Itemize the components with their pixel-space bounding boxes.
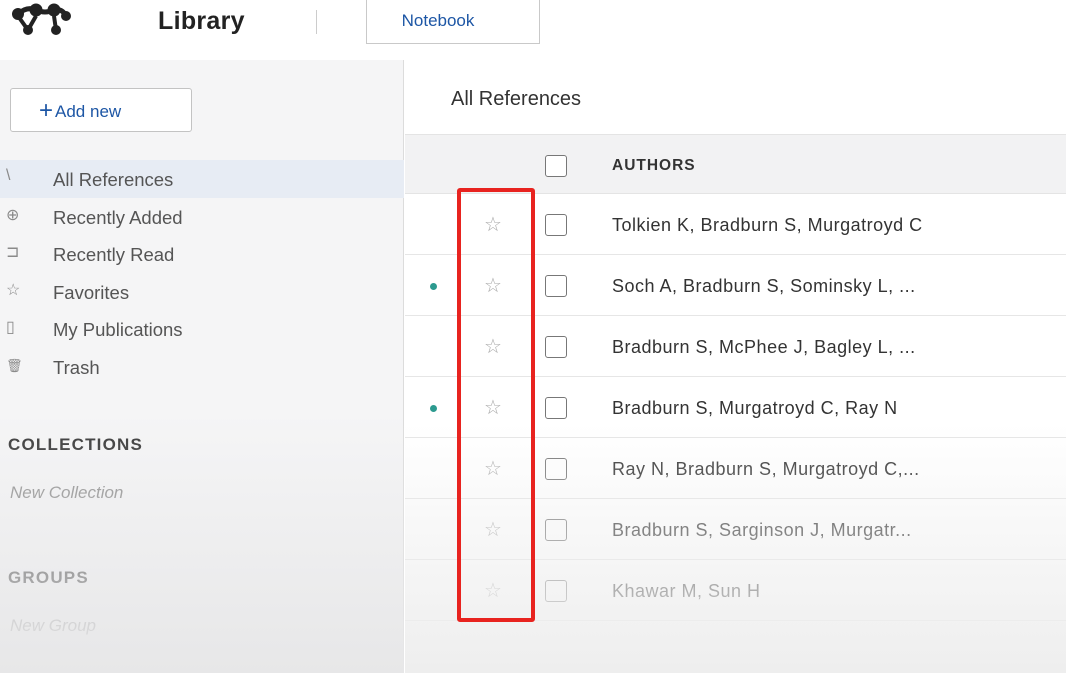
row-checkbox[interactable] [545,275,567,297]
groups-heading: GROUPS [8,568,89,587]
sidebar-item-label: All References [53,169,174,190]
row-authors: Tolkien K, Bradburn S, Murgatroyd C [612,215,923,235]
table-row[interactable]: ☆ Khawar M, Sun H [405,560,1066,621]
bookmark-icon: ⊐ [6,244,20,261]
page-title: All References [451,88,582,110]
clock-icon: ⊕ [6,206,20,224]
favorite-star-icon[interactable]: ☆ [484,456,502,481]
add-new-label: Add new [55,102,122,121]
sidebar-item-label: Favorites [53,281,130,303]
plus-icon: + [39,97,54,124]
table-row[interactable]: ☆ Tolkien K, Bradburn S, Murgatroyd C [405,194,1066,255]
sidebar-item-label: My Publications [53,319,183,340]
sidebar-item-my-publications[interactable]: ▯ My Publications [0,310,404,348]
sidebar-item-all-references[interactable]: \ All References [0,160,404,198]
favorite-star-icon[interactable]: ☆ [484,212,502,237]
unread-dot-icon [430,283,437,290]
table-row[interactable]: ☆ Bradburn S, McPhee J, Bagley L, ... [405,316,1066,377]
collections-heading: COLLECTIONS [8,435,144,454]
mendeley-logo[interactable] [10,2,72,38]
sidebar-item-recently-read[interactable]: ⊐ Recently Read [0,235,404,273]
new-collection-link[interactable]: New Collection [10,483,123,503]
row-checkbox[interactable] [545,519,567,541]
row-checkbox[interactable] [545,580,567,602]
row-authors: Khawar M, Sun H [612,581,761,601]
row-authors: Bradburn S, Murgatroyd C, Ray N [612,398,898,418]
star-icon: ☆ [6,281,21,299]
select-all-checkbox[interactable] [545,155,567,177]
favorite-star-icon[interactable]: ☆ [484,334,502,359]
table-row[interactable]: ☆ Soch A, Bradburn S, Sominsky L, ... [405,255,1066,316]
unread-dot-icon [430,405,437,412]
table-row[interactable]: ☆ Bradburn S, Murgatroyd C, Ray N [405,377,1066,438]
sidebar-item-recently-added[interactable]: ⊕ Recently Added [0,198,404,236]
row-checkbox[interactable] [545,336,567,358]
header-divider [316,10,317,34]
trash-icon: 🗑 [6,357,23,373]
row-authors: Ray N, Bradburn S, Murgatroyd C,... [612,459,920,479]
sidebar-item-label: Recently Read [53,244,175,265]
tab-notebook[interactable]: Notebook [366,0,540,44]
sidebar-item-favorites[interactable]: ☆ Favorites [0,273,404,311]
sidebar: + Add new \ All References ⊕ Recently Add… [0,60,404,673]
reference-list-header: AUTHORS [405,134,1066,194]
table-row[interactable]: ☆ Bradburn S, Sarginson J, Murgatr... [405,499,1066,560]
favorite-star-icon[interactable]: ☆ [484,578,502,603]
main-panel: All References AUTHORS ☆ Tolkien K, Brad… [405,60,1066,673]
row-authors: Soch A, Bradburn S, Sominsky L, ... [612,276,916,296]
sidebar-item-label: Trash [53,356,100,378]
add-new-button[interactable]: + Add new [10,88,192,132]
favorite-star-icon[interactable]: ☆ [484,273,502,298]
document-icon: ▯ [6,319,15,336]
row-checkbox[interactable] [545,397,567,419]
favorite-star-icon[interactable]: ☆ [484,517,502,542]
table-row[interactable]: ☆ Ray N, Bradburn S, Murgatroyd C,... [405,438,1066,499]
library-icon: \ [6,167,11,184]
column-header-authors[interactable]: AUTHORS [612,157,696,175]
sidebar-item-label: Recently Added [53,206,183,228]
new-group-link[interactable]: New Group [10,616,96,636]
favorite-star-icon[interactable]: ☆ [484,395,502,420]
row-authors: Bradburn S, McPhee J, Bagley L, ... [612,337,916,357]
row-checkbox[interactable] [545,214,567,236]
sidebar-item-trash[interactable]: 🗑 Trash [0,348,404,386]
sidebar-nav: \ All References ⊕ Recently Added ⊐ Rece… [0,160,404,385]
top-bar: Library Notebook [0,0,1066,48]
app-title[interactable]: Library [158,7,245,36]
row-checkbox[interactable] [545,458,567,480]
row-authors: Bradburn S, Sarginson J, Murgatr... [612,520,912,540]
